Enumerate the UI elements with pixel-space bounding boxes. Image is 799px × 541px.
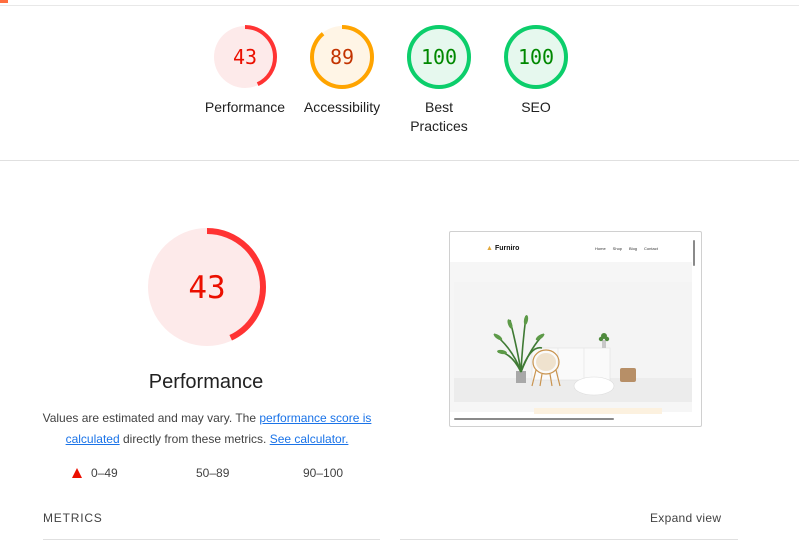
- metric-divider-left: [43, 539, 380, 540]
- performance-description: Values are estimated and may vary. The p…: [40, 408, 374, 450]
- metric-divider-right: [400, 539, 738, 540]
- gauge-ring: 43: [213, 25, 277, 89]
- nav-link: Blog: [629, 246, 638, 251]
- gauge-label: SEO: [521, 99, 551, 115]
- gauge-ring: 100: [407, 25, 471, 89]
- legend-average: 50–89: [196, 466, 229, 480]
- top-divider: [0, 5, 799, 6]
- gauge-performance[interactable]: 43 Performance: [197, 24, 293, 117]
- logo-mark-icon: ▲: [486, 245, 493, 252]
- page-screenshot-thumbnail[interactable]: ▲ Furniro Home Shop Blog Contact: [449, 231, 702, 427]
- metrics-heading: METRICS: [43, 511, 103, 525]
- thumbnail-nav-links: Home Shop Blog Contact: [595, 246, 665, 251]
- legend-range: 90–100: [303, 466, 344, 480]
- nav-link: Home: [595, 246, 606, 251]
- triangle-icon: [72, 468, 82, 478]
- desc-text: Values are estimated and may vary. The: [42, 411, 260, 425]
- gauge-value: 100: [518, 45, 554, 69]
- gauge-ring: 100: [504, 25, 568, 89]
- desc-text: directly from these metrics.: [119, 432, 270, 446]
- gauge-label: Best Practices: [410, 99, 468, 134]
- legend-pass: 90–100: [303, 466, 343, 480]
- gauge-value: 100: [421, 45, 457, 69]
- score-legend: 0–49 50–89 90–100: [0, 466, 420, 482]
- gauge-value: 43: [233, 45, 257, 69]
- gauge-accessibility[interactable]: 89 Accessibility: [294, 24, 390, 117]
- nav-link: Contact: [644, 246, 658, 251]
- brand-logo: ▲ Furniro: [486, 245, 519, 252]
- gauge-ring: 89: [310, 25, 374, 89]
- gauge-value: 89: [330, 45, 354, 69]
- top-accent-bar: [0, 0, 8, 3]
- legend-fail: 0–49: [72, 466, 118, 480]
- see-calculator-link[interactable]: See calculator.: [270, 432, 349, 446]
- legend-range: 0–49: [91, 466, 118, 480]
- thumbnail-nav: ▲ Furniro Home Shop Blog Contact: [450, 232, 688, 262]
- nav-link: Shop: [612, 246, 623, 251]
- performance-title: Performance: [148, 371, 264, 393]
- expand-view-button[interactable]: Expand view: [650, 511, 721, 525]
- performance-gauge-large: 43: [146, 226, 268, 353]
- gauge-label: Performance: [204, 99, 286, 115]
- brand-name: Furniro: [494, 245, 520, 252]
- score-gauges: 43 Performance 89 Accessibility 100 Best…: [0, 24, 799, 144]
- gauge-value: 43: [188, 270, 225, 306]
- hero-banner-strip: [534, 408, 662, 414]
- gauge-best-practices[interactable]: 100 Best Practices: [391, 24, 487, 136]
- hero-room-image: [454, 282, 692, 402]
- vertical-scrollbar[interactable]: [693, 240, 695, 266]
- gauge-label: Accessibility: [303, 99, 381, 115]
- gauge-ring: 43: [148, 228, 266, 346]
- legend-range: 50–89: [196, 466, 230, 480]
- horizontal-scrollbar[interactable]: [454, 418, 614, 420]
- section-divider: [0, 160, 799, 161]
- gauge-seo[interactable]: 100 SEO: [488, 24, 584, 117]
